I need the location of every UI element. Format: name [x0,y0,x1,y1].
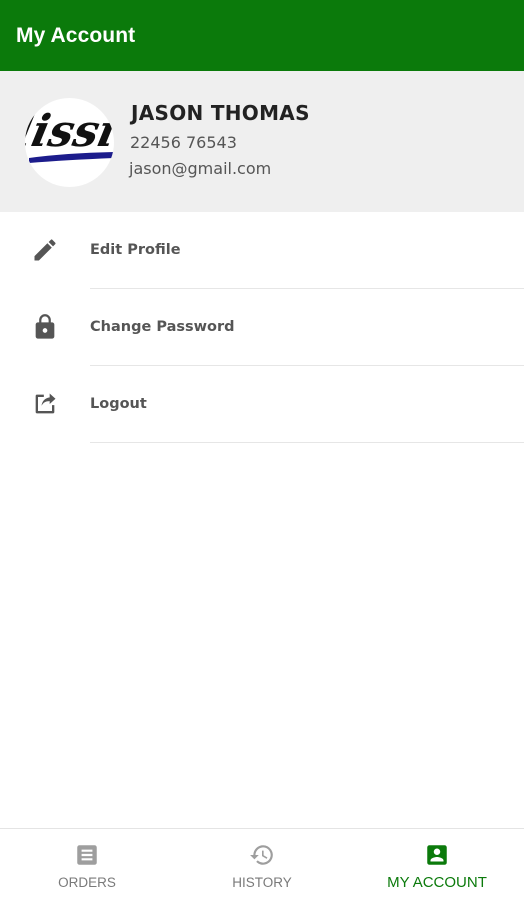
menu-item-label: Edit Profile [90,242,181,258]
brand-logo-avatar-icon: lissi [25,105,114,163]
list-icon [74,842,100,868]
menu-item-change-password[interactable]: Change Password [0,289,524,366]
page-title: My Account [16,23,136,47]
user-phone: 22456 76543 [130,133,237,152]
history-icon [249,842,275,868]
profile-header: lissi JASON THOMAS 22456 76543 jason@gma… [0,71,524,212]
menu-item-label: Logout [90,396,147,412]
user-email: jason@gmail.com [129,159,272,178]
account-menu: Edit Profile Change Password Logout [0,212,524,443]
avatar[interactable]: lissi [25,98,114,187]
nav-label: MY ACCOUNT [387,874,487,891]
user-name: JASON THOMAS [131,101,310,125]
menu-item-label: Change Password [90,319,235,335]
pencil-icon [31,236,59,264]
nav-item-orders[interactable]: ORDERS [0,829,174,901]
bottom-navigation: ORDERS HISTORY MY ACCOUNT [0,828,524,901]
nav-label: HISTORY [232,875,292,890]
nav-label: ORDERS [58,875,116,890]
nav-item-history[interactable]: HISTORY [175,829,349,901]
svg-text:lissi: lissi [25,105,114,156]
share-icon [31,390,59,418]
menu-item-edit-profile[interactable]: Edit Profile [0,212,524,289]
menu-item-logout[interactable]: Logout [0,366,524,443]
lock-icon [31,313,59,341]
account-box-icon [424,842,450,868]
divider [90,442,524,443]
app-bar: My Account [0,0,524,71]
nav-item-my-account[interactable]: MY ACCOUNT [350,829,524,901]
